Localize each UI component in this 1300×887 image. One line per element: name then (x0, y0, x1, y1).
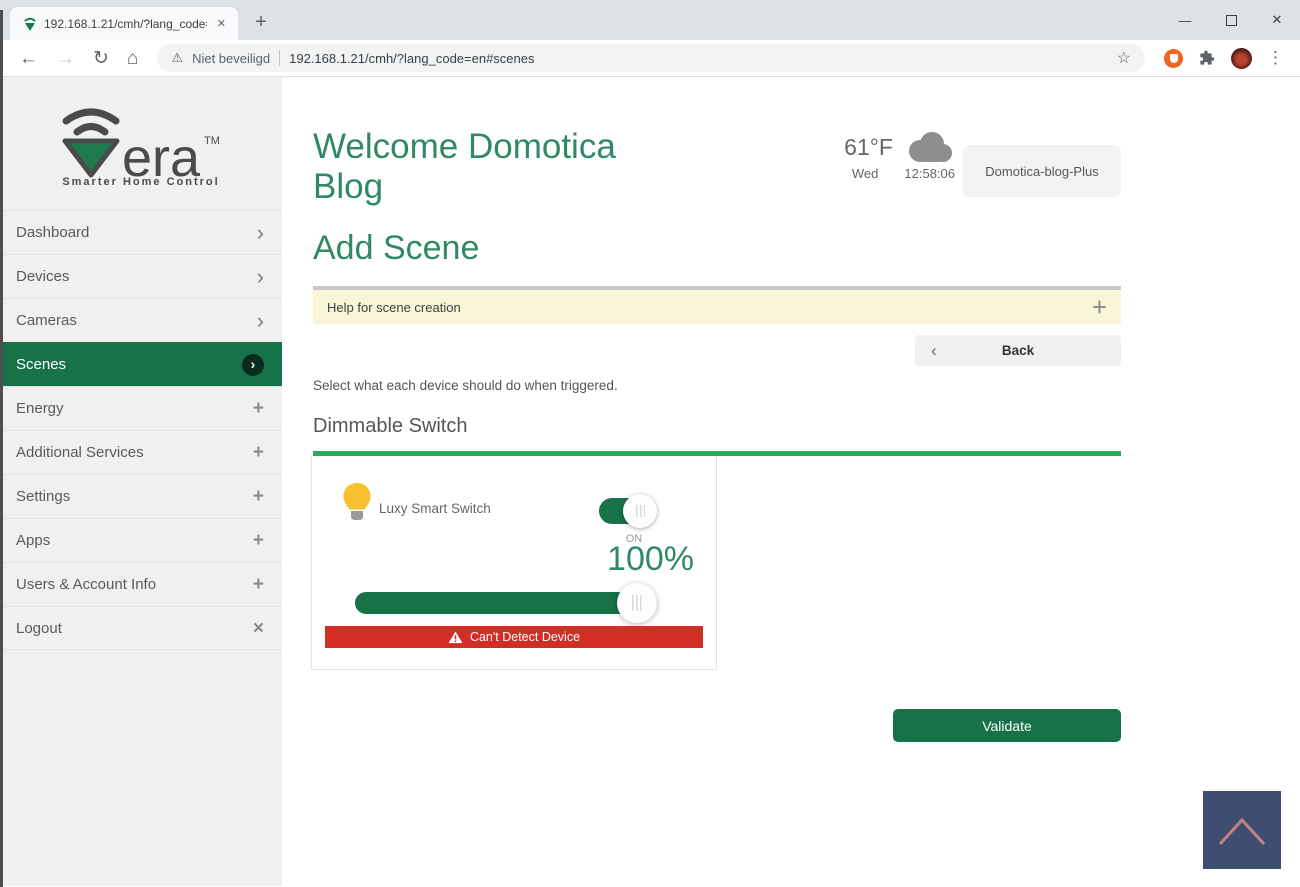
sidebar-item-dashboard[interactable]: Dashboard › (0, 210, 282, 254)
close-button[interactable]: ✕ (1254, 0, 1300, 40)
welcome-heading: Welcome Domotica Blog (313, 127, 653, 207)
logo-tagline: Smarter Home Control (62, 176, 219, 188)
profile-avatar[interactable] (1231, 48, 1252, 69)
window-edge (0, 10, 3, 887)
lightbulb-icon (342, 482, 372, 528)
device-error-banner: Can't Detect Device (325, 626, 703, 648)
browser-window: 192.168.1.21/cmh/?lang_code=e ✕ + — ✕ ← … (0, 0, 1300, 887)
svg-text:era: era (122, 128, 201, 180)
chevron-right-icon: › (257, 310, 264, 332)
maximize-button[interactable] (1208, 0, 1254, 40)
vera-logo: era TM Smarter Home Control (0, 77, 282, 210)
not-secure-warning-icon: ⚠ (171, 50, 183, 66)
help-bar[interactable]: Help for scene creation + (313, 286, 1121, 324)
new-tab-button[interactable]: + (248, 9, 274, 35)
maximize-icon (1226, 15, 1237, 26)
browser-menu-icon[interactable]: ⋮ (1267, 48, 1284, 68)
device-section-title: Dimmable Switch (313, 415, 467, 438)
vera-logo-mark: era TM (52, 100, 230, 180)
sidebar-item-apps[interactable]: Apps + (0, 518, 282, 562)
sidebar-item-energy[interactable]: Energy + (0, 386, 282, 430)
dim-slider[interactable] (355, 592, 657, 614)
sidebar-item-settings[interactable]: Settings + (0, 474, 282, 518)
plus-icon: + (253, 443, 264, 462)
chevron-left-icon: ‹ (931, 341, 937, 361)
sidebar-item-cameras[interactable]: Cameras › (0, 298, 282, 342)
plus-icon: + (253, 575, 264, 594)
warning-triangle-icon (448, 631, 463, 644)
forward-nav-icon[interactable]: → (56, 49, 75, 68)
security-label: Niet beveiligd (192, 51, 270, 66)
chevron-up-icon (1214, 810, 1270, 850)
plus-icon: + (253, 399, 264, 418)
plus-icon: + (253, 531, 264, 550)
sidebar-item-scenes[interactable]: Scenes › (0, 342, 282, 386)
chevron-right-circle-icon: › (242, 354, 264, 376)
back-button[interactable]: ‹ Back (915, 335, 1121, 366)
temperature: 61°F (844, 134, 893, 161)
sidebar-item-users-account[interactable]: Users & Account Info + (0, 562, 282, 606)
sidebar-menu: Dashboard › Devices › Cameras › Scenes ›… (0, 210, 282, 650)
device-name: Luxy Smart Switch (379, 501, 491, 516)
app-body: era TM Smarter Home Control Dashboard › … (0, 77, 1300, 886)
url-text: 192.168.1.21/cmh/?lang_code=en#scenes (289, 51, 1108, 66)
dim-level-value: 100% (607, 540, 694, 579)
reload-icon[interactable]: ↻ (93, 49, 109, 68)
url-divider (279, 50, 280, 66)
device-card: Luxy Smart Switch ON 100% (311, 456, 717, 670)
power-toggle[interactable] (599, 498, 651, 524)
svg-text:TM: TM (204, 135, 220, 147)
tab-close-icon[interactable]: ✕ (213, 15, 230, 32)
browser-toolbar: ← → ↻ ⌂ ⚠ Niet beveiligd 192.168.1.21/cm… (0, 40, 1300, 77)
back-nav-icon[interactable]: ← (19, 49, 38, 68)
chevron-right-icon: › (257, 266, 264, 288)
extensions-puzzle-icon[interactable] (1199, 50, 1215, 66)
error-text: Can't Detect Device (470, 630, 580, 644)
expand-plus-icon[interactable]: + (1092, 294, 1107, 320)
window-controls: — ✕ (1162, 0, 1300, 40)
sidebar-item-additional-services[interactable]: Additional Services + (0, 430, 282, 474)
home-icon[interactable]: ⌂ (127, 49, 138, 68)
status-area: 61°F Wed 12:58:06 (844, 131, 1121, 197)
bookmark-star-icon[interactable]: ☆ (1117, 48, 1131, 68)
tab-title: 192.168.1.21/cmh/?lang_code=e (44, 17, 207, 31)
cloud-icon (903, 131, 955, 163)
weather-widget: 61°F Wed 12:58:06 (844, 131, 955, 181)
scroll-to-top-button[interactable] (1203, 791, 1281, 869)
sidebar-item-logout[interactable]: Logout × (0, 606, 282, 650)
extension-orange-icon[interactable] (1164, 49, 1183, 68)
sidebar: era TM Smarter Home Control Dashboard › … (0, 77, 282, 886)
controller-selector[interactable]: Domotica-blog-Plus (963, 145, 1121, 197)
instruction-text: Select what each device should do when t… (313, 378, 618, 393)
plus-icon: + (253, 487, 264, 506)
clock: 12:58:06 (904, 166, 955, 181)
minimize-button[interactable]: — (1162, 0, 1208, 40)
vera-favicon-icon (22, 16, 38, 32)
page-title: Add Scene (313, 229, 479, 268)
main-content: Welcome Domotica Blog 61°F (282, 77, 1300, 886)
toggle-knob[interactable] (623, 494, 657, 528)
chevron-right-icon: › (257, 222, 264, 244)
help-label: Help for scene creation (327, 300, 461, 315)
close-x-icon: × (253, 619, 264, 638)
validate-button[interactable]: Validate (893, 709, 1121, 742)
slider-knob[interactable] (617, 583, 657, 623)
browser-tab[interactable]: 192.168.1.21/cmh/?lang_code=e ✕ (10, 7, 238, 40)
tab-strip: 192.168.1.21/cmh/?lang_code=e ✕ + — ✕ (0, 0, 1300, 40)
sidebar-item-devices[interactable]: Devices › (0, 254, 282, 298)
weekday: Wed (852, 166, 879, 181)
address-bar[interactable]: ⚠ Niet beveiligd 192.168.1.21/cmh/?lang_… (157, 44, 1145, 72)
